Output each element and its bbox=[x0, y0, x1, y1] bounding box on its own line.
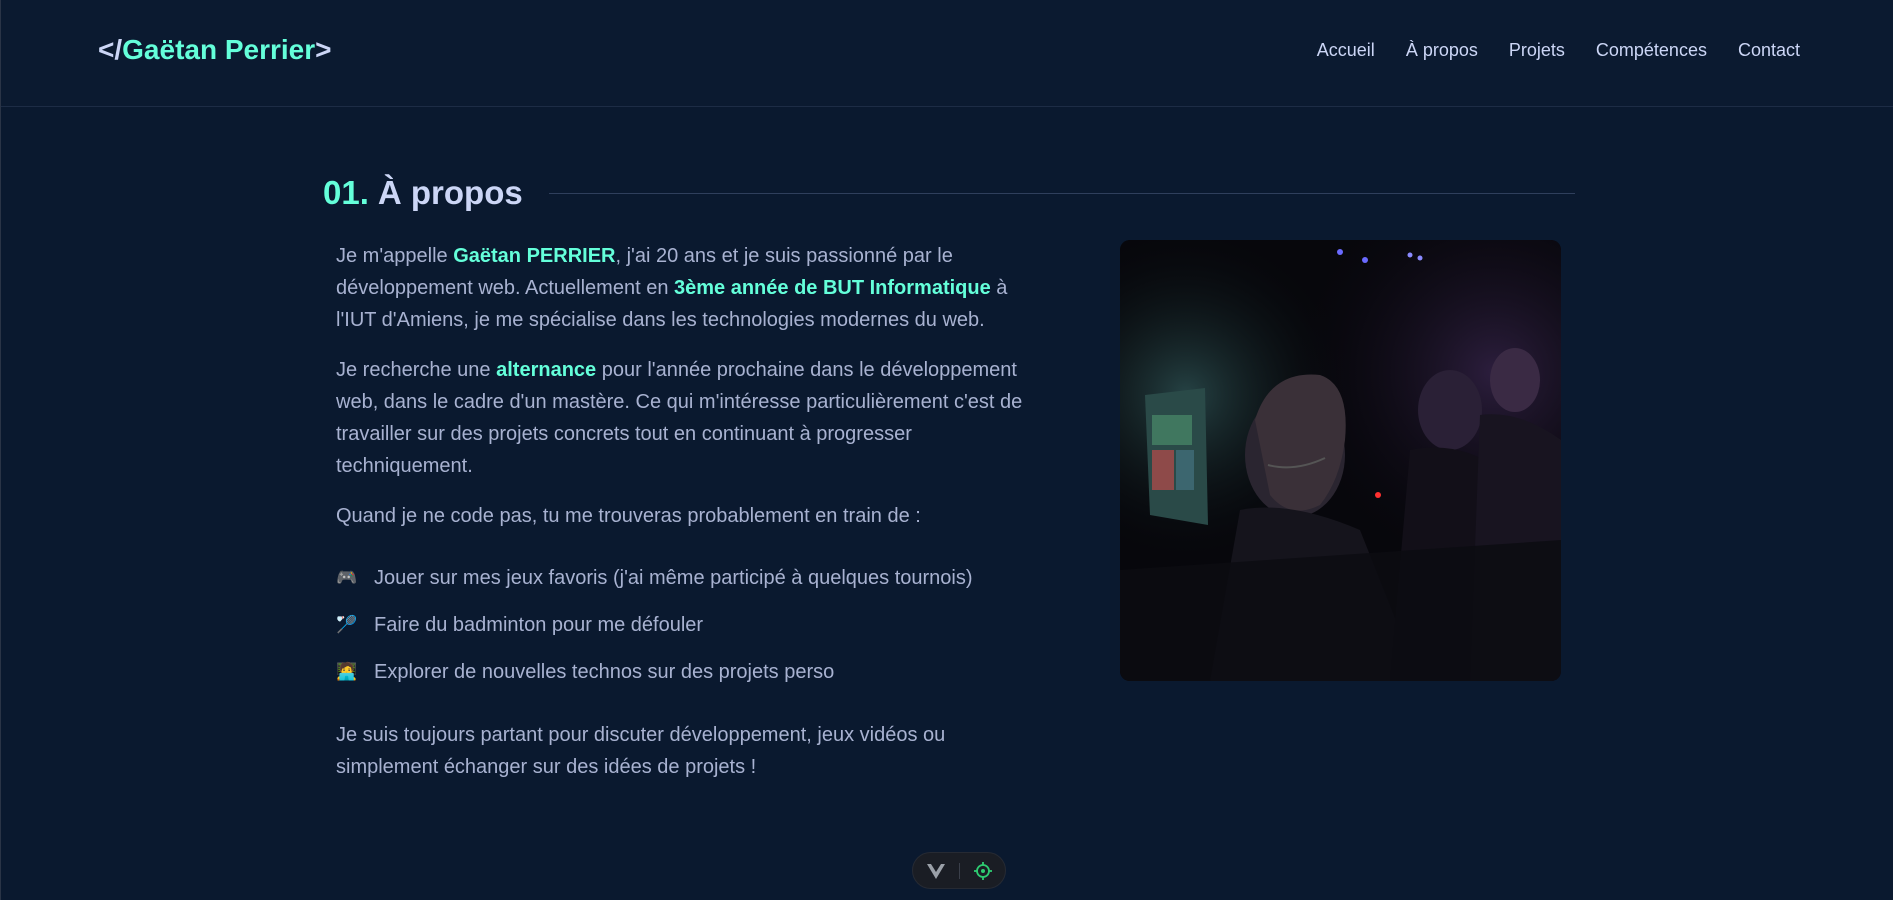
logo-suffix: > bbox=[315, 34, 332, 65]
closing-paragraph: Je suis toujours partant pour discuter d… bbox=[336, 724, 946, 778]
dev-toolbar bbox=[912, 852, 1006, 889]
toolbar-separator bbox=[958, 862, 960, 879]
highlight-name: Gaëtan PERRIER bbox=[453, 245, 616, 267]
hobby-text: Explorer de nouvelles technos sur des pr… bbox=[374, 660, 835, 683]
list-item: 🧑‍💻 Explorer de nouvelles technos sur de… bbox=[336, 648, 1046, 695]
section-title: À propos bbox=[377, 174, 523, 211]
gaming-photo-illustration bbox=[1120, 240, 1561, 681]
site-logo[interactable]: </Gaëtan Perrier> bbox=[98, 34, 332, 66]
intro-paragraph: Je m'appelle Gaëtan PERRIER, j'ai 20 ans… bbox=[336, 240, 1046, 336]
intro-text-1: Je m'appelle bbox=[336, 245, 454, 267]
logo-name: Gaëtan Perrier bbox=[122, 34, 316, 65]
section-number: 01. bbox=[323, 174, 369, 211]
profile-photo bbox=[1120, 240, 1561, 681]
site-header: </Gaëtan Perrier> Accueil À propos Proje… bbox=[1, 0, 1893, 107]
main-nav: Accueil À propos Projets Compétences Con… bbox=[1317, 40, 1800, 61]
nav-link-a-propos[interactable]: À propos bbox=[1406, 40, 1478, 61]
section-heading: 01. À propos bbox=[323, 174, 1575, 212]
nav-link-projets[interactable]: Projets bbox=[1509, 40, 1565, 61]
badminton-icon: 🏸 bbox=[336, 614, 358, 634]
section-divider bbox=[548, 192, 1575, 194]
gamepad-icon: 🎮 bbox=[336, 567, 358, 587]
hobbies-list: 🎮 Jouer sur mes jeux favoris (j'ai même … bbox=[336, 554, 1046, 695]
nav-link-contact[interactable]: Contact bbox=[1738, 40, 1800, 61]
nav-link-accueil[interactable]: Accueil bbox=[1317, 40, 1375, 61]
hobby-text: Jouer sur mes jeux favoris (j'ai même pa… bbox=[374, 566, 973, 589]
list-item: 🎮 Jouer sur mes jeux favoris (j'ai même … bbox=[336, 554, 1046, 601]
hobbies-intro: Quand je ne code pas, tu me trouveras pr… bbox=[336, 505, 921, 527]
nav-link-competences[interactable]: Compétences bbox=[1596, 40, 1707, 61]
logo-prefix: </ bbox=[98, 34, 123, 65]
alternance-paragraph: Je recherche une alternance pour l'année… bbox=[336, 354, 1046, 482]
developer-icon: 🧑‍💻 bbox=[336, 661, 358, 681]
list-item: 🏸 Faire du badminton pour me défouler bbox=[336, 601, 1046, 648]
crosshair-icon bbox=[973, 861, 992, 880]
alternance-text-1: Je recherche une bbox=[336, 359, 497, 381]
vue-devtools-button[interactable] bbox=[925, 860, 947, 882]
highlight-alternance: alternance bbox=[496, 359, 597, 381]
highlight-degree: 3ème année de BUT Informatique bbox=[674, 277, 991, 299]
inspect-button[interactable] bbox=[972, 860, 994, 882]
about-text: Je m'appelle Gaëtan PERRIER, j'ai 20 ans… bbox=[336, 240, 1046, 801]
hobby-text: Faire du badminton pour me défouler bbox=[374, 613, 704, 636]
vue-logo-icon bbox=[926, 863, 945, 879]
page: </Gaëtan Perrier> Accueil À propos Proje… bbox=[0, 0, 1893, 900]
